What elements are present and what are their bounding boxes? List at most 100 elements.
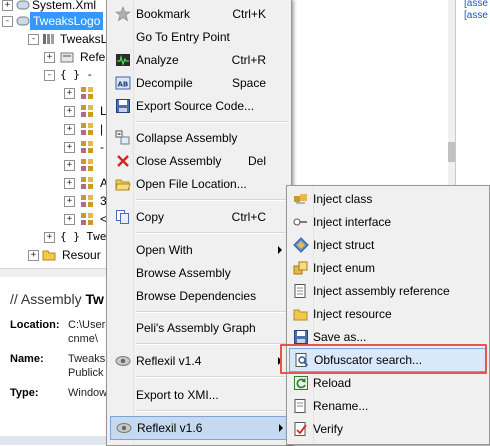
tree-expander[interactable]: + <box>64 178 75 189</box>
submenu-item-inject-resource[interactable]: Inject resource <box>289 303 485 325</box>
submenu-item-reload[interactable]: Reload <box>289 372 485 394</box>
name-value-cont: Publick <box>68 367 104 379</box>
class-icon <box>81 195 93 207</box>
name-key: Name: <box>10 353 44 365</box>
decompile-icon: AB <box>115 76 131 90</box>
type-key: Type: <box>10 387 39 399</box>
submenu-label: Save as... <box>313 330 367 344</box>
context-menu: Bookmark Ctrl+K Go To Entry Point Analyz… <box>106 0 292 446</box>
menu-separator <box>136 121 288 123</box>
reflexil-icon <box>116 423 132 433</box>
menu-item-browse-dependencies[interactable]: Browse Dependencies <box>110 285 288 307</box>
tree-expander[interactable]: - <box>2 16 13 27</box>
menu-item-open-file-location[interactable]: Open File Location... <box>110 173 288 195</box>
analyze-icon <box>116 54 130 66</box>
menu-item-reflexil-14[interactable]: Reflexil v1.4 <box>110 350 288 372</box>
menu-item-analyze[interactable]: Analyze Ctrl+R <box>110 49 288 71</box>
submenu-item-inject-enum[interactable]: Inject enum <box>289 257 485 279</box>
menu-shortcut: Del <box>247 154 266 168</box>
tree-expander[interactable]: - <box>28 34 39 45</box>
verify-icon <box>294 422 307 436</box>
scroll-thumb[interactable] <box>448 142 455 162</box>
references-icon <box>60 52 74 63</box>
tree-expander[interactable]: + <box>2 0 13 11</box>
menu-separator <box>136 343 288 345</box>
inject-class-icon <box>294 194 307 204</box>
tree-expander[interactable]: + <box>64 196 75 207</box>
menu-separator <box>136 199 288 201</box>
copy-icon <box>116 210 129 224</box>
submenu-label: Reload <box>313 376 352 390</box>
menu-separator <box>136 410 288 412</box>
menu-item-browse-assembly[interactable]: Browse Assembly <box>110 262 288 284</box>
submenu-item-inject-interface[interactable]: Inject interface <box>289 211 485 233</box>
menu-separator <box>136 232 288 234</box>
namespace-label: { } - <box>60 68 94 81</box>
submenu-item-inject-struct[interactable]: Inject struct <box>289 234 485 256</box>
menu-item-open-with[interactable]: Open With <box>110 239 288 261</box>
menu-shortcut: Ctrl+K <box>232 7 266 21</box>
submenu-item-inject-class[interactable]: Inject class <box>289 188 485 210</box>
type-value: Window <box>68 387 108 399</box>
submenu-item-obfuscator-search[interactable]: Obfuscator search... <box>289 348 487 372</box>
menu-label: Export to XMI... <box>136 388 219 402</box>
submenu-item-verify[interactable]: Verify <box>289 418 485 440</box>
class-icon <box>81 141 93 153</box>
submenu-arrow-icon <box>279 424 283 432</box>
collapse-icon <box>115 130 130 145</box>
menu-label: Reflexil v1.4 <box>136 354 202 368</box>
tree-expander[interactable]: + <box>64 124 75 135</box>
menu-item-export-source-code[interactable]: Export Source Code... <box>110 95 288 117</box>
inject-enum-icon <box>293 261 308 275</box>
location-value: C:\User <box>68 319 106 331</box>
assembly-name: Tw <box>85 291 104 307</box>
tree-expander[interactable]: + <box>44 232 55 243</box>
attribute-line: [asse <box>464 0 488 9</box>
attribute-line: [asse <box>464 10 488 21</box>
module-icon <box>43 34 54 44</box>
attribute-pane: [asse [asse <box>455 0 490 190</box>
class-icon <box>81 105 93 117</box>
star-icon <box>115 6 131 22</box>
tree-expander[interactable]: + <box>28 250 39 261</box>
menu-label: Close Assembly <box>136 154 222 168</box>
folder-open-icon <box>115 179 131 191</box>
tree-expander[interactable]: + <box>64 160 75 171</box>
class-icon <box>81 123 93 135</box>
reflexil-icon <box>115 356 131 366</box>
vertical-scrollbar[interactable] <box>448 0 455 190</box>
menu-item-export-to-xmi[interactable]: Export to XMI... <box>110 384 288 406</box>
submenu-label: Rename... <box>313 399 369 413</box>
tree-expander[interactable]: + <box>64 142 75 153</box>
assembly-icon <box>16 0 30 10</box>
menu-item-close-assembly[interactable]: Close Assembly Del <box>110 150 288 172</box>
menu-item-collapse-assembly[interactable]: Collapse Assembly <box>110 127 288 149</box>
menu-label: Analyze <box>136 53 179 67</box>
menu-item-decompile[interactable]: AB Decompile Space <box>110 72 288 94</box>
menu-label: Reflexil v1.6 <box>137 421 203 435</box>
submenu-item-rename[interactable]: Rename... <box>289 395 485 417</box>
tree-row-label: TweaksL <box>60 32 108 46</box>
menu-label: Copy <box>136 210 165 224</box>
reflexil-submenu: Inject class Inject interface Inject str… <box>286 185 490 445</box>
submenu-item-save-as[interactable]: Save as... <box>289 326 485 348</box>
menu-item-bookmark[interactable]: Bookmark Ctrl+K <box>110 3 288 25</box>
menu-item-go-to-entry-point[interactable]: Go To Entry Point <box>110 26 288 48</box>
inject-struct-icon <box>293 237 309 253</box>
tree-expander[interactable]: + <box>44 52 55 63</box>
tree-row-label: Resour <box>62 248 101 262</box>
tree-expander[interactable]: - <box>44 70 55 81</box>
close-icon <box>117 155 129 167</box>
name-value: Tweaks <box>68 353 106 365</box>
menu-label: Open With <box>136 243 193 257</box>
menu-label: Go To Entry Point <box>136 30 230 44</box>
tree-row-label: TweaksLogo <box>30 12 104 30</box>
submenu-item-inject-assembly-reference[interactable]: Inject assembly reference <box>289 280 485 302</box>
menu-item-reflexil-16[interactable]: Reflexil v1.6 <box>110 416 290 440</box>
tree-expander[interactable]: + <box>64 88 75 99</box>
menu-item-assembly-graph[interactable]: Peli's Assembly Graph <box>110 317 288 339</box>
tree-expander[interactable]: + <box>64 106 75 117</box>
menu-item-copy[interactable]: Copy Ctrl+C <box>110 206 288 228</box>
menu-separator <box>136 376 288 378</box>
tree-expander[interactable]: + <box>64 214 75 225</box>
